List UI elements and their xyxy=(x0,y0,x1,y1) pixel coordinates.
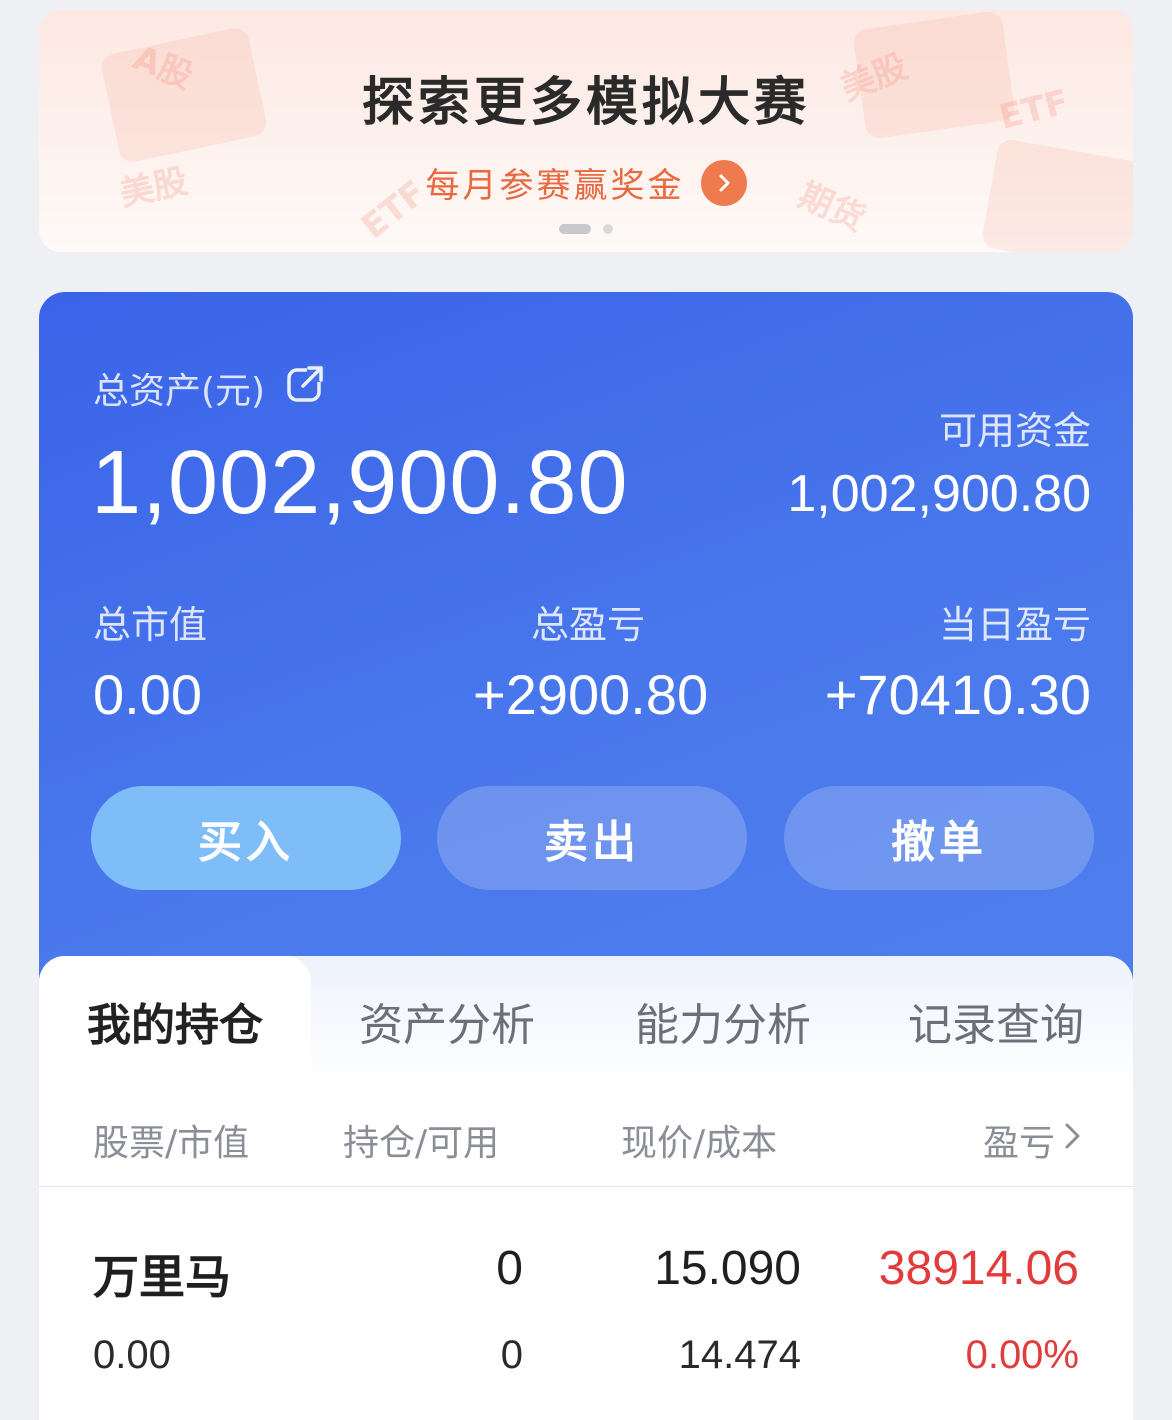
column-header-pnl[interactable]: 盈亏 xyxy=(983,1114,1055,1166)
table-divider xyxy=(39,1186,1133,1187)
contest-banner[interactable]: A股 美股 ETF 美股 ETF 期货 探索更多模拟大赛 每月参赛赢奖金 xyxy=(39,10,1133,252)
pnl-amount: 38914.06 xyxy=(878,1242,1079,1295)
carousel-indicator xyxy=(39,224,1133,234)
column-header-price: 现价/成本 xyxy=(621,1123,778,1164)
banner-title: 探索更多模拟大赛 xyxy=(361,73,810,133)
pnl-percentage: 0.00% xyxy=(965,1333,1079,1377)
current-price: 15.090 xyxy=(654,1242,801,1295)
tab-ability-analysis[interactable]: 能力分析 xyxy=(587,956,859,1086)
available-funds-value: 1,002,900.80 xyxy=(787,465,1091,523)
share-icon[interactable] xyxy=(285,363,326,413)
total-assets-label: 总资产(元) xyxy=(93,371,266,412)
cancel-order-button[interactable]: 撤单 xyxy=(784,786,1094,890)
column-header-pnl-row[interactable]: 盈亏 xyxy=(983,1114,1085,1166)
tab-asset-analysis[interactable]: 资产分析 xyxy=(311,956,583,1086)
available-funds-label: 可用资金 xyxy=(938,409,1091,453)
tab-record-query[interactable]: 记录查询 xyxy=(859,956,1133,1086)
total-pnl-label: 总盈亏 xyxy=(531,603,646,647)
total-pnl-value: +2900.80 xyxy=(473,663,709,726)
portfolio-tabs: 我的持仓 资产分析 能力分析 记录查询 xyxy=(39,956,1133,1086)
sell-button[interactable]: 卖出 xyxy=(437,786,747,890)
market-value-label: 总市值 xyxy=(93,603,208,647)
asset-summary-card: 总资产(元) 1,002,900.80 可用资金 1,002,900.80 总市… xyxy=(39,292,1133,1012)
market-value: 0.00 xyxy=(93,663,202,726)
banner-subtitle-row[interactable]: 每月参赛赢奖金 xyxy=(39,158,1133,207)
chevron-right-icon[interactable] xyxy=(700,159,747,206)
total-assets-value: 1,002,900.80 xyxy=(91,433,629,533)
stock-market-value: 0.00 xyxy=(93,1333,171,1377)
banner-subtitle[interactable]: 每月参赛赢奖金 xyxy=(426,158,685,207)
cost-price: 14.474 xyxy=(678,1333,801,1377)
stock-name: 万里马 xyxy=(93,1250,231,1304)
daily-pnl-value: +70410.30 xyxy=(824,663,1091,726)
holdings-table: 股票/市值 持仓/可用 现价/成本 盈亏 万里马 0 15.090 38914.… xyxy=(39,1086,1133,1420)
column-header-position: 持仓/可用 xyxy=(343,1123,500,1164)
column-header-stock: 股票/市值 xyxy=(93,1123,250,1164)
total-assets-label-row: 总资产(元) xyxy=(93,362,326,414)
buy-button[interactable]: 买入 xyxy=(91,786,401,890)
position-quantity: 0 xyxy=(496,1242,523,1295)
chevron-right-icon[interactable] xyxy=(1061,1119,1085,1162)
carousel-dot xyxy=(603,224,613,234)
carousel-dot-active xyxy=(559,224,591,234)
daily-pnl-label: 当日盈亏 xyxy=(938,603,1091,647)
tab-my-positions[interactable]: 我的持仓 xyxy=(39,956,311,1086)
available-quantity: 0 xyxy=(500,1333,523,1377)
simulated-trading-page: A股 美股 ETF 美股 ETF 期货 探索更多模拟大赛 每月参赛赢奖金 总资产… xyxy=(0,0,1172,1420)
